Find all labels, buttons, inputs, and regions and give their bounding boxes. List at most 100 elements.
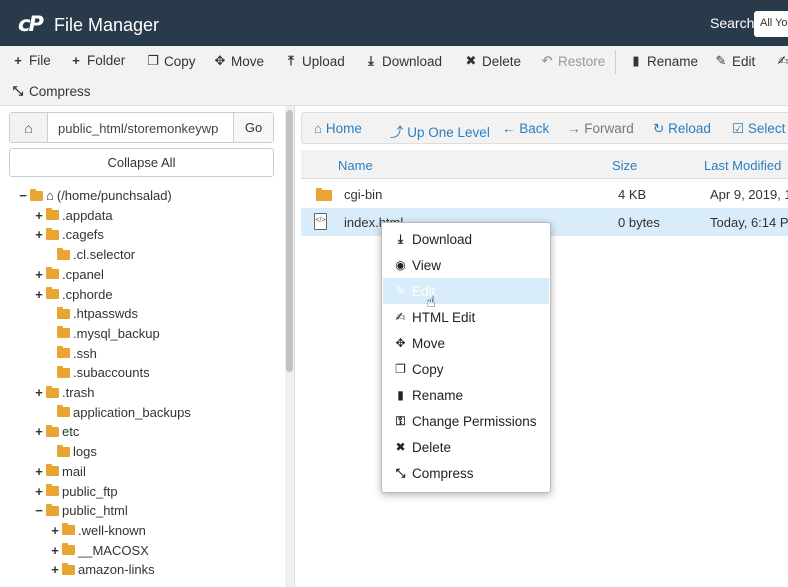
context-menu-item-copy[interactable]: ❐ Copy	[383, 356, 549, 382]
tree-folder-item[interactable]: + public_ftp	[34, 482, 118, 501]
file-modified: Apr 9, 2019, 1	[710, 187, 788, 202]
context-menu-label: Move	[412, 335, 446, 351]
context-menu-item-download[interactable]: ⤓ Download	[383, 226, 549, 252]
folder-icon	[46, 484, 59, 496]
tree-folder-item[interactable]: .subaccounts	[45, 363, 150, 382]
restore-button[interactable]: ↶ Restore	[540, 53, 606, 69]
tree-folder-item[interactable]: .mysql_backup	[45, 324, 160, 343]
collapse-icon[interactable]: −	[18, 188, 28, 203]
tree-folder-item[interactable]: logs	[45, 442, 97, 461]
context-menu-item-delete[interactable]: ✖ Delete	[383, 434, 549, 460]
home-icon[interactable]: ⌂	[10, 113, 48, 142]
expand-icon[interactable]: +	[34, 464, 44, 479]
folder-icon	[57, 444, 70, 457]
toolbar-divider	[615, 50, 616, 74]
tree-folder-label: logs	[73, 444, 97, 460]
context-menu-item-eye[interactable]: ◉ View	[383, 252, 549, 278]
upload-label: Upload	[302, 53, 345, 69]
context-menu-label: Download	[412, 231, 473, 247]
navigation-bar: ⌂ Home ⤴ Up One Level ← Back → Forward ↻…	[301, 112, 788, 144]
context-menu-item-key[interactable]: ⚿ Change Permissions	[383, 408, 549, 434]
expand-icon[interactable]: +	[34, 424, 44, 439]
new-file-label: File	[29, 53, 51, 68]
tree-folder-item[interactable]: .cl.selector	[45, 245, 135, 264]
up-one-level-button[interactable]: ⤴ Up One Level	[390, 121, 490, 141]
expand-icon[interactable]: +	[50, 562, 60, 577]
tree-folder-item[interactable]: + .well-known	[50, 521, 146, 540]
tree-folder-label: __MACOSX	[78, 542, 149, 558]
size-column-header[interactable]: Size	[612, 158, 637, 173]
expand-icon[interactable]: +	[50, 543, 60, 558]
tree-folder-item[interactable]: application_backups	[45, 403, 191, 422]
edit-button[interactable]: ✎ Edit	[714, 53, 756, 69]
tree-folder-item[interactable]: + .appdata	[34, 206, 112, 225]
app-title: File Manager	[54, 15, 160, 35]
tree-folder-item[interactable]: .ssh	[45, 344, 97, 363]
expand-icon[interactable]: +	[50, 523, 60, 538]
context-menu-item-rename[interactable]: ▮ Rename	[383, 382, 549, 408]
forward-button[interactable]: → Forward	[567, 121, 634, 136]
expand-icon[interactable]: +	[34, 227, 44, 242]
context-menu-item-html-edit[interactable]: ✍ HTML Edit	[383, 304, 549, 330]
context-menu-item-pencil[interactable]: ✎ Edit	[383, 278, 549, 304]
move-button[interactable]: ✥ Move	[213, 53, 264, 69]
arrow-left-icon: ←	[502, 121, 516, 136]
download-button[interactable]: ⤓ Download	[364, 53, 442, 69]
tree-folder-item[interactable]: + etc	[34, 422, 79, 441]
table-row[interactable]: cgi-bin 4 KB Apr 9, 2019, 1	[301, 180, 788, 208]
path-input[interactable]: public_html/storemonkeywp	[48, 113, 233, 142]
tree-folder-item[interactable]: + .trash	[34, 383, 94, 402]
context-menu-item-compress[interactable]: ⤡ Compress	[383, 460, 549, 486]
move-label: Move	[231, 53, 265, 69]
tree-folder-item[interactable]: − public_html	[34, 501, 128, 520]
cpanel-logo[interactable]: cP	[18, 12, 48, 36]
search-scope-select[interactable]: All Yo	[754, 11, 788, 37]
name-column-header[interactable]: Name	[338, 158, 373, 173]
reload-button[interactable]: ↻ Reload	[653, 121, 711, 137]
folder-icon	[57, 306, 70, 319]
tree-folder-label: public_ftp	[62, 483, 118, 499]
upload-button[interactable]: ⤒ Upload	[284, 53, 345, 69]
select-all-button[interactable]: ☑ Select A	[732, 121, 788, 137]
download-label: Download	[382, 53, 443, 69]
tree-folder-item[interactable]: − ⌂ (/home/punchsalad)	[18, 186, 172, 205]
go-button[interactable]: Go	[233, 113, 273, 142]
scrollbar-thumb[interactable]	[286, 110, 293, 372]
tree-scrollbar[interactable]	[285, 106, 294, 587]
tree-folder-item[interactable]: .htpasswds	[45, 304, 138, 323]
nav-home-label: Home	[325, 121, 362, 136]
expand-icon[interactable]: +	[34, 267, 44, 282]
expand-icon[interactable]: +	[34, 385, 44, 400]
copy-button[interactable]: ❐ Copy	[146, 53, 195, 69]
html-edit-button[interactable]: ✍	[776, 53, 788, 69]
delete-icon: ✖	[395, 440, 406, 454]
rename-button[interactable]: ▮ Rename	[629, 53, 698, 69]
compress-button[interactable]: ⤡ Compress	[11, 83, 91, 99]
tree-folder-item[interactable]: + .cpanel	[34, 265, 104, 284]
tree-folder-item[interactable]: + amazon-links	[50, 560, 154, 579]
tree-folder-item[interactable]: + mail	[34, 462, 86, 481]
nav-home-button[interactable]: ⌂ Home	[314, 121, 362, 136]
expand-icon[interactable]: +	[34, 287, 44, 302]
plus-icon: +	[72, 53, 80, 68]
delete-button[interactable]: ✖ Delete	[464, 53, 521, 69]
collapse-icon[interactable]: −	[34, 503, 44, 518]
back-button[interactable]: ← Back	[502, 121, 549, 136]
delete-label: Delete	[482, 53, 522, 69]
expand-icon[interactable]: +	[34, 208, 44, 223]
eye-icon: ◉	[395, 258, 406, 272]
tree-folder-item[interactable]: + .cphorde	[34, 285, 112, 304]
tree-folder-item[interactable]: + __MACOSX	[50, 541, 149, 560]
modified-column-header[interactable]: Last Modified	[704, 158, 781, 173]
download-icon: ⤓	[397, 231, 404, 246]
expand-icon[interactable]: +	[34, 484, 44, 499]
new-file-button[interactable]: + File	[11, 53, 51, 68]
folder-icon	[62, 562, 75, 575]
collapse-all-button[interactable]: Collapse All	[9, 148, 274, 177]
context-menu-item-move[interactable]: ✥ Move	[383, 330, 549, 356]
new-folder-button[interactable]: + Folder	[69, 53, 125, 68]
tree-folder-item[interactable]: + .cagefs	[34, 225, 104, 244]
tree-folder-label: .cl.selector	[73, 247, 136, 263]
edit-label: Edit	[732, 53, 756, 69]
download-icon: ⤓	[368, 53, 374, 68]
